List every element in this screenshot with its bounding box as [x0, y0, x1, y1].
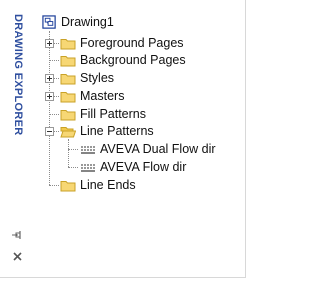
- tree-connector: [49, 114, 59, 115]
- tree-item-line-ends[interactable]: Line Ends: [60, 176, 136, 194]
- expand-icon[interactable]: [45, 92, 54, 101]
- tree-item-label: Foreground Pages: [80, 36, 184, 50]
- close-icon[interactable]: [12, 249, 23, 261]
- collapse-icon[interactable]: [45, 127, 54, 136]
- expand-icon[interactable]: [45, 74, 54, 83]
- panel-title: DRAWING EXPLORER: [12, 14, 24, 136]
- tree-item-masters[interactable]: Masters: [60, 87, 124, 105]
- tree-item-aveva-dual-flow-dir[interactable]: AVEVA Dual Flow dir: [80, 140, 216, 158]
- tree-item-aveva-flow-dir[interactable]: AVEVA Flow dir: [80, 158, 186, 176]
- line-pattern-icon: [80, 143, 96, 155]
- tree-item-background-pages[interactable]: Background Pages: [60, 51, 186, 69]
- tree-item-label: Line Patterns: [80, 124, 154, 138]
- folder-icon: [60, 109, 76, 120]
- tree-item-label: AVEVA Flow dir: [100, 160, 187, 174]
- tree-connector: [49, 31, 50, 185]
- tree-item-label: Line Ends: [80, 178, 136, 192]
- pin-icon[interactable]: [11, 228, 23, 240]
- folder-icon: [60, 55, 76, 66]
- tree-item-label: Background Pages: [80, 53, 186, 67]
- tree-connector: [68, 167, 78, 168]
- tree-connector: [49, 60, 59, 61]
- expand-icon[interactable]: [45, 39, 54, 48]
- folder-icon: [60, 180, 76, 191]
- open-folder-icon: [60, 126, 76, 137]
- tree-connector: [68, 139, 69, 167]
- tree-item-label: Drawing1: [61, 15, 114, 29]
- tree-connector: [49, 185, 59, 186]
- tree-item-label: AVEVA Dual Flow dir: [100, 142, 216, 156]
- tree-item-line-patterns[interactable]: Line Patterns: [60, 122, 154, 140]
- drawing-explorer-panel: DRAWING EXPLORER Drawing1 Foreground Pag…: [0, 0, 246, 278]
- folder-icon: [60, 91, 76, 102]
- tree-item-label: Styles: [80, 71, 115, 85]
- tree-item-label: Masters: [80, 89, 125, 103]
- tree-item-foreground-pages[interactable]: Foreground Pages: [60, 34, 184, 52]
- tree-item-label: Fill Patterns: [80, 107, 146, 121]
- folder-icon: [60, 73, 76, 84]
- line-pattern-icon: [80, 161, 96, 173]
- folder-icon: [60, 38, 76, 49]
- tree-root-drawing1[interactable]: Drawing1: [42, 13, 114, 31]
- drawing-icon: [42, 14, 56, 29]
- tree-item-fill-patterns[interactable]: Fill Patterns: [60, 105, 146, 123]
- tree-item-styles[interactable]: Styles: [60, 69, 114, 87]
- tree-connector: [68, 149, 78, 150]
